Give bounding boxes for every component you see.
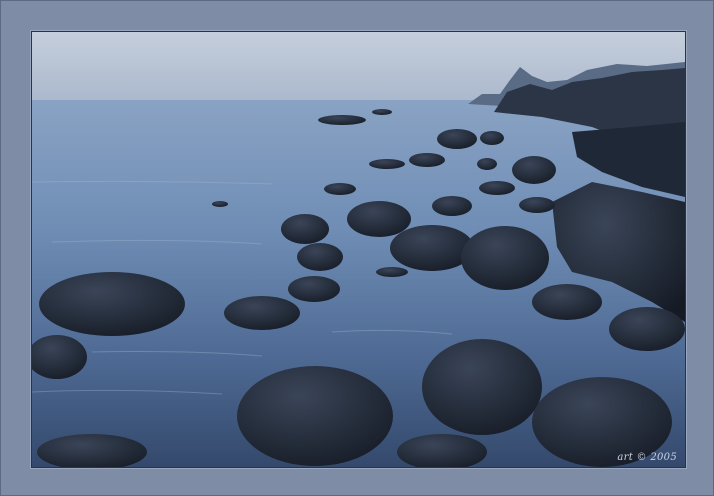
seascape-image: [32, 32, 685, 467]
photo-mat: art © 2005: [0, 0, 714, 496]
photo-signature: art © 2005: [617, 452, 677, 463]
photograph: art © 2005: [31, 31, 686, 468]
